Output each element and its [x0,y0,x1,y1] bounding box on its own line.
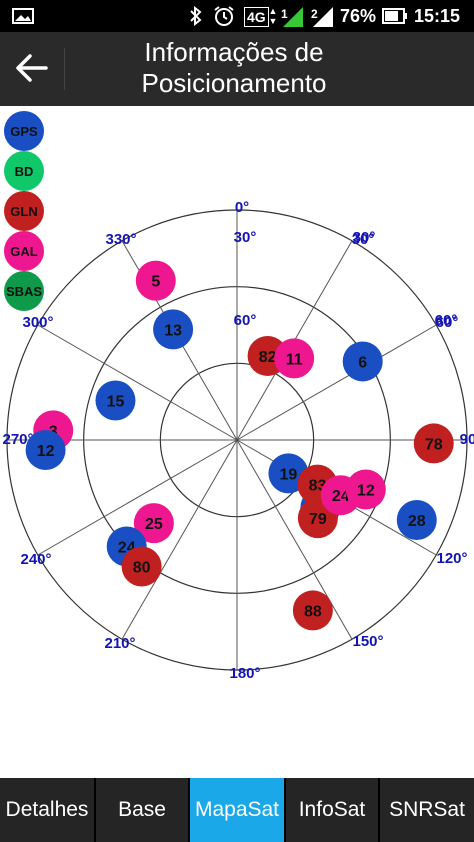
battery-percent: 76% [340,6,377,26]
title-line-1: Informações de [144,37,324,67]
elevation-label: 60° [435,312,458,329]
clock: 15:15 [414,6,461,26]
azimuth-label: 210° [104,635,135,652]
azimuth-label: 90 [460,431,474,448]
satellite-gps-12[interactable]: 12 [25,430,66,471]
azimuth-label: 0° [235,199,249,216]
satellite-id-label: 78 [425,436,443,453]
back-button[interactable] [8,42,56,94]
legend-gps-button[interactable]: GPS [4,111,44,151]
title-line-2: Posicionamento [141,68,327,98]
azimuth-label: 120° [436,550,467,567]
satellite-id-label: 12 [37,443,55,460]
data-arrows-icon: ▲ ▼ [268,6,278,26]
azimuth-label: 240° [20,551,51,568]
tab-base[interactable]: Base [96,778,190,842]
satellite-id-label: 82 [259,349,277,366]
tab-snrsat[interactable]: SNRSat [380,778,474,842]
tab-mapasat[interactable]: MapaSat [190,778,286,842]
satellite-id-label: 88 [304,603,322,620]
page-title: Informações de Posicionamento [96,37,372,99]
satellite-id-label: 28 [408,513,426,530]
legend-gal-button[interactable]: GAL [4,231,44,271]
elevation-label: 60° [234,312,257,329]
azimuth-label: 180° [229,665,260,682]
satellite-id-label: 25 [145,516,163,533]
satellite-id-label: 12 [357,482,375,499]
network-type-label: 4G [244,7,269,27]
legend-gln-button[interactable]: GLN [4,191,44,231]
tab-infosat[interactable]: InfoSat [286,778,380,842]
satellite-id-label: 6 [358,354,367,371]
battery-icon [382,0,408,32]
bottom-navigation: Detalhes Base MapaSat InfoSat SNRSat [0,778,474,842]
legend-bd-button[interactable]: BD [4,151,44,191]
satellite-gln-88[interactable]: 88 [292,590,333,631]
satellite-id-label: 5 [151,274,160,291]
satellite-sky-plot: 0° 30° 60° 90 120° 150° 180° 210° 240° 270° 300° 33… [0,106,474,778]
app-bar-divider [64,48,65,90]
satellite-gal-11[interactable]: 11 [274,338,315,379]
tab-detalhes[interactable]: Detalhes [0,778,96,842]
satellite-id-label: 13 [164,322,182,339]
satellite-gal-5[interactable]: 5 [135,260,176,301]
legend-sbas-button[interactable]: SBAS [4,271,44,311]
satellite-id-label: 11 [286,351,303,368]
arrow-left-icon [16,54,48,82]
app-bar: Informações de Posicionamento [0,32,474,106]
satellite-gln-80[interactable]: 80 [121,546,162,587]
satellite-gps-15[interactable]: 15 [95,380,136,421]
sim1-label: 1 [281,7,288,21]
satellite-gps-13[interactable]: 13 [153,309,194,350]
status-bar: 4G ▲ ▼ 1 2 76% 15:15 [0,0,474,32]
azimuth-label: 330° [105,231,136,248]
azimuth-label: 150° [352,633,383,650]
satellite-id-label: 15 [107,394,125,411]
satellite-id-label: 80 [133,560,151,577]
satellite-id-label: 19 [280,466,298,483]
image-icon [10,0,36,32]
satellite-gal-12[interactable]: 12 [345,469,386,510]
sky-plot-canvas: 0°30°60°90120°150°180°210°240°270°300°33… [2,199,474,682]
azimuth-label: 300° [22,314,53,331]
elevation-label: 30° [234,229,257,246]
satellite-id-label: 79 [309,511,327,528]
sim2-label: 2 [311,7,318,21]
satellite-gps-6[interactable]: 6 [342,341,383,382]
elevation-label: 30° [353,229,376,246]
satellite-gln-78[interactable]: 78 [413,423,454,464]
satellite-gps-28[interactable]: 28 [396,500,437,541]
bluetooth-icon [186,0,206,32]
alarm-icon [212,0,236,32]
